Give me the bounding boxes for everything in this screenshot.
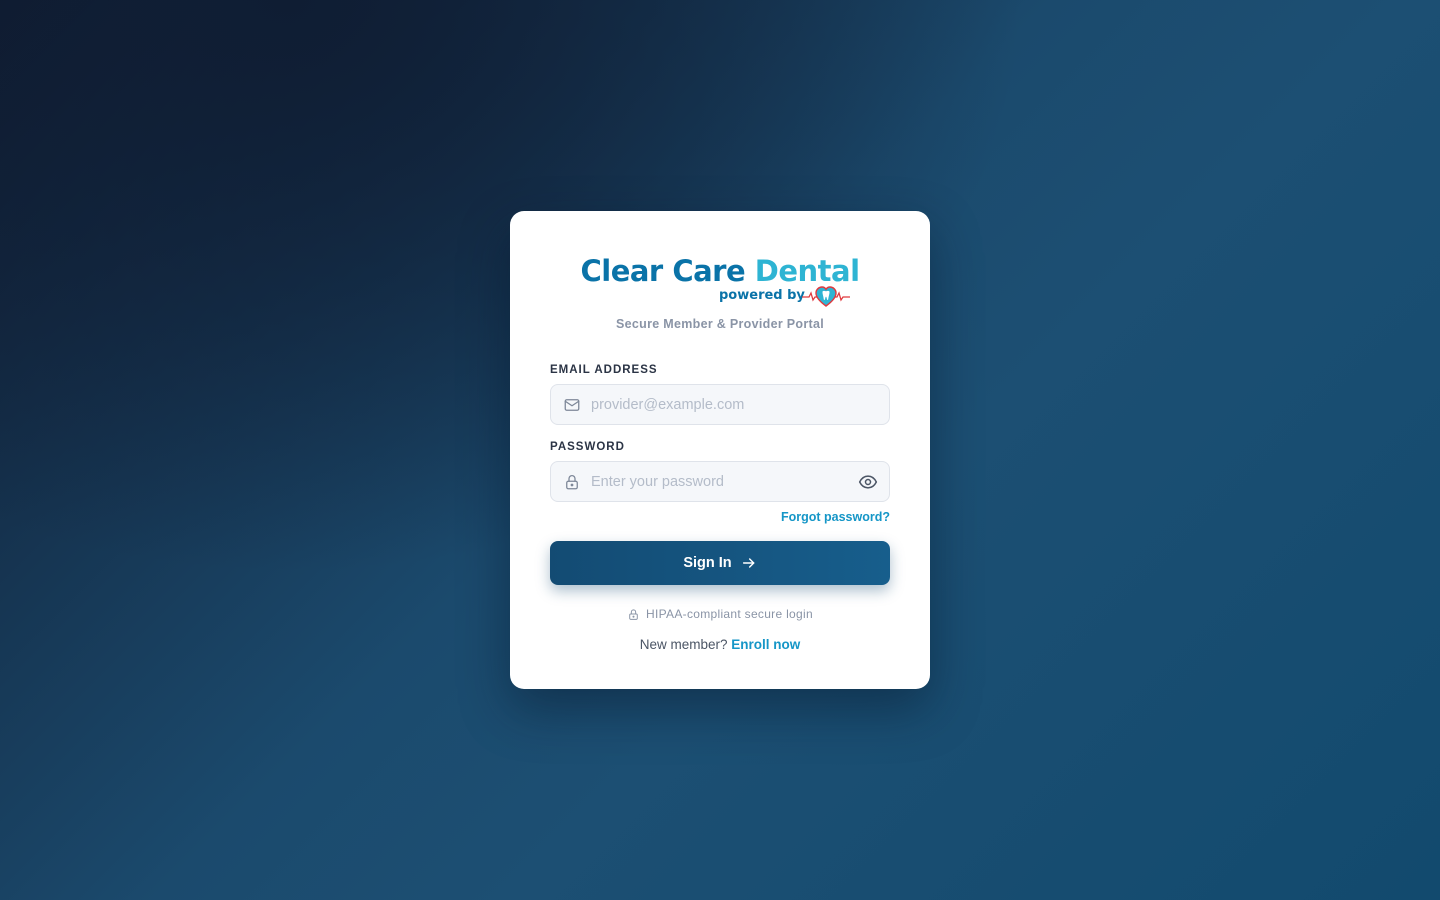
security-note: HIPAA-compliant secure login <box>510 607 930 621</box>
lock-icon <box>566 475 578 490</box>
logo-wordmark: Clear Care Dental <box>510 255 930 287</box>
lock-icon <box>629 608 638 620</box>
login-card: Clear Care Dental powered by Secure Memb… <box>510 211 930 689</box>
sign-in-label: Sign In <box>683 555 732 571</box>
brand-logo: Clear Care Dental powered by <box>510 255 930 307</box>
heart-tooth-heartbeat-icon <box>802 286 850 307</box>
password-field[interactable] <box>591 462 851 501</box>
arrow-right-icon <box>742 558 755 568</box>
enroll-prompt: New member? Enroll now <box>510 637 930 652</box>
logo-powered-by: powered by <box>719 288 805 303</box>
portal-subtitle: Secure Member & Provider Portal <box>616 317 824 331</box>
password-field-wrapper[interactable] <box>550 461 890 502</box>
email-field[interactable] <box>591 385 851 424</box>
email-label: EMAIL ADDRESS <box>550 364 658 376</box>
logo-wordmark-primary: Clear Care <box>580 254 746 288</box>
sign-in-button[interactable]: Sign In <box>550 541 890 585</box>
logo-wordmark-secondary: Dental <box>754 254 860 288</box>
email-field-wrapper[interactable] <box>550 384 890 425</box>
enroll-now-link[interactable]: Enroll now <box>731 637 800 652</box>
forgot-password-link[interactable]: Forgot password? <box>781 510 890 524</box>
security-note-text: HIPAA-compliant secure login <box>646 607 813 621</box>
mail-icon <box>564 399 580 411</box>
eye-icon[interactable] <box>858 472 878 492</box>
new-member-text: New member? <box>639 637 728 652</box>
password-label: PASSWORD <box>550 441 625 453</box>
